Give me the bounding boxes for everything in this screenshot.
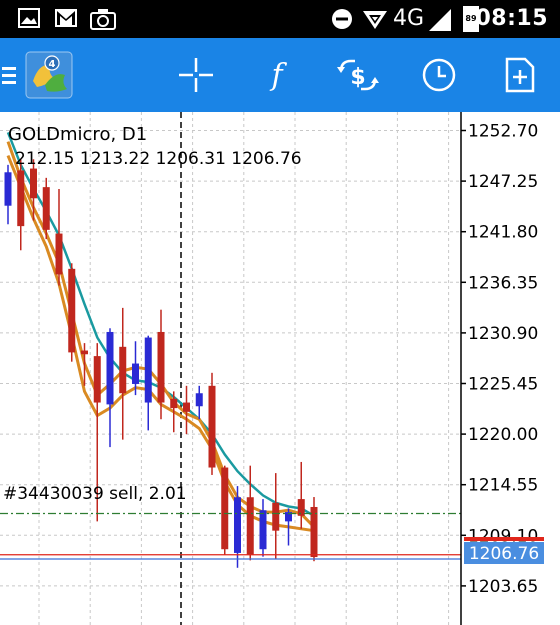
candle-body xyxy=(221,467,229,550)
candle-body xyxy=(157,331,165,403)
candle-body xyxy=(106,331,114,405)
app-logo-button[interactable]: 4 xyxy=(22,38,76,112)
gallery-icon xyxy=(18,8,40,28)
price-lines xyxy=(0,512,461,560)
svg-text:f: f xyxy=(269,58,287,93)
trade-icon: $ xyxy=(337,59,379,91)
symbol-timeframe-label: GOLDmicro, D1 xyxy=(8,124,147,145)
candle-body xyxy=(246,497,254,555)
candle-body xyxy=(297,499,305,516)
price-tick-label: 1247.25 xyxy=(468,172,538,192)
candle-body xyxy=(42,187,50,230)
candle-body xyxy=(170,398,178,409)
trade-button[interactable]: $ xyxy=(333,38,383,112)
candle-body xyxy=(195,393,203,407)
price-tick-label: 1203.65 xyxy=(468,577,538,597)
new-document-icon xyxy=(505,57,535,93)
crosshair-icon xyxy=(179,58,213,92)
camera-icon xyxy=(90,9,116,30)
candle-body xyxy=(17,170,25,227)
status-bar: 4G 89 08:15 xyxy=(0,0,560,38)
price-tick-label: 1241.80 xyxy=(468,223,538,243)
do-not-disturb-icon xyxy=(332,9,352,29)
price-tick-label: 1230.90 xyxy=(468,324,538,344)
candle-body xyxy=(259,510,267,550)
indicators-button[interactable]: f xyxy=(254,38,300,112)
candle-body xyxy=(272,502,280,531)
svg-text:4: 4 xyxy=(49,59,56,70)
price-tick-label: 1252.70 xyxy=(468,122,538,142)
hotspot-icon xyxy=(363,11,387,29)
price-tick-label: 1225.45 xyxy=(468,375,538,395)
price-scale: 1252.70 1247.25 1241.80 1236.35 1230.90 1225.… xyxy=(461,122,538,597)
clock-time: 08:15 xyxy=(475,6,548,31)
gmail-icon xyxy=(55,9,77,27)
svg-text:$: $ xyxy=(350,65,365,90)
ask-price-marker xyxy=(464,537,544,541)
candle-body xyxy=(119,346,127,394)
candle-body xyxy=(234,497,241,553)
order-label: #34430039 sell, 2.01 xyxy=(3,484,187,504)
network-type-label: 4G xyxy=(393,6,425,31)
candle-body xyxy=(4,172,12,206)
price-chart[interactable]: 1252.70 1247.25 1241.80 1236.35 1230.90 1225.… xyxy=(0,112,560,625)
menu-icon xyxy=(2,67,16,84)
candle-body xyxy=(93,356,101,403)
candle-body xyxy=(55,233,63,275)
candle-body xyxy=(132,363,139,384)
crosshair-button[interactable] xyxy=(173,38,219,112)
candle-body xyxy=(68,268,76,353)
candle-body xyxy=(310,506,318,558)
candle-body xyxy=(183,402,190,412)
candle-body xyxy=(144,337,152,403)
candle-body xyxy=(81,350,88,355)
candle-body xyxy=(30,168,37,199)
price-tick-label: 1236.35 xyxy=(468,273,538,293)
menu-button[interactable] xyxy=(0,38,20,112)
ohlc-label: 212.15 1213.22 1206.31 1206.76 xyxy=(15,149,302,169)
clock-icon xyxy=(422,58,456,92)
chart-canvas[interactable]: 1252.70 1247.25 1241.80 1236.35 1230.90 1225.… xyxy=(0,112,560,625)
indicators-icon: f xyxy=(269,58,287,93)
signal-strength-icon xyxy=(429,9,451,31)
current-price-value: 1206.76 xyxy=(469,544,539,564)
app-toolbar: 4 f $ xyxy=(0,38,560,112)
price-tick-label: 1220.00 xyxy=(468,425,538,445)
new-order-button[interactable] xyxy=(498,38,542,112)
price-tick-label: 1214.55 xyxy=(468,476,538,496)
history-button[interactable] xyxy=(416,38,462,112)
metatrader-logo-icon: 4 xyxy=(25,51,73,99)
chart-grid xyxy=(0,112,461,625)
candle-body xyxy=(208,385,216,468)
